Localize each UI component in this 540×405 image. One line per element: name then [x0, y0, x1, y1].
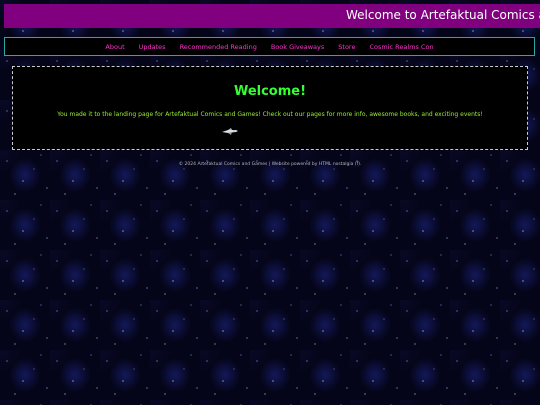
nav-link-store[interactable]: Store — [338, 43, 355, 51]
main-navigation: About Updates Recommended Reading Book G… — [4, 37, 535, 56]
nav-link-cosmic-realms-con[interactable]: Cosmic Realms Con — [369, 43, 433, 51]
marquee-banner: Welcome to Artefaktual Comics and Games! — [4, 4, 540, 28]
nav-link-recommended-reading[interactable]: Recommended Reading — [180, 43, 257, 51]
nav-link-updates[interactable]: Updates — [139, 43, 166, 51]
nav-link-book-giveaways[interactable]: Book Giveaways — [271, 43, 324, 51]
welcome-section: Welcome! You made it to the landing page… — [12, 66, 528, 150]
footer-text: © 2024 Artefaktual Comics and Games | We… — [178, 162, 362, 167]
spaceship-icon — [222, 128, 238, 135]
nav-link-about[interactable]: About — [105, 43, 124, 51]
welcome-message: You made it to the landing page for Arte… — [57, 111, 483, 118]
welcome-title: Welcome! — [233, 84, 307, 99]
banner-text: Welcome to Artefaktual Comics and Games! — [346, 8, 540, 22]
